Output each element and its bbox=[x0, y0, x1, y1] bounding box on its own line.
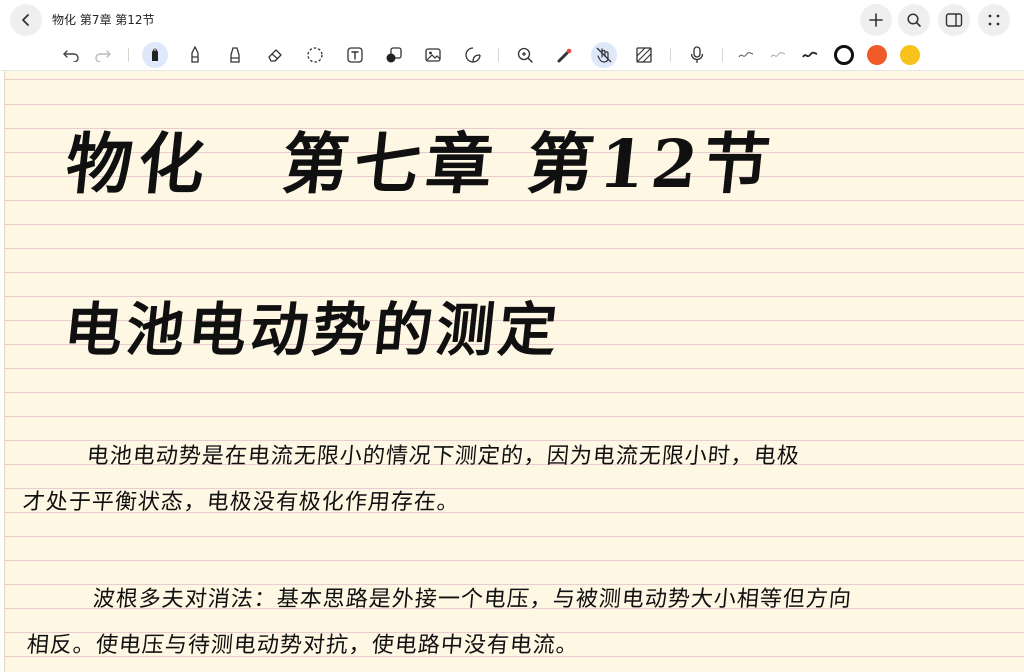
highlighter-icon bbox=[230, 47, 240, 63]
sidebar-toggle-button[interactable] bbox=[938, 4, 970, 36]
more-button[interactable] bbox=[978, 4, 1010, 36]
stroke-medium-icon bbox=[770, 52, 786, 58]
undo-icon bbox=[63, 50, 79, 62]
undo-button[interactable] bbox=[58, 42, 84, 68]
top-bar: 物化 第7章 第12节 bbox=[0, 0, 1024, 40]
handwritten-heading-2: 电池电动势的测定 bbox=[60, 296, 565, 364]
lasso-tool[interactable] bbox=[302, 42, 328, 68]
sticker-tool[interactable] bbox=[460, 42, 486, 68]
stroke-thin[interactable] bbox=[733, 42, 759, 68]
drawing-toolbar bbox=[0, 40, 1024, 71]
plus-icon bbox=[869, 13, 883, 27]
shapes-icon bbox=[386, 47, 402, 63]
stroke-thin-icon bbox=[738, 52, 754, 58]
pencil-tool[interactable] bbox=[182, 42, 208, 68]
handwritten-paragraph-1-line-2: 才处于平衡状态，电极没有极化作用存在。 bbox=[21, 490, 461, 515]
toolbar-divider bbox=[670, 48, 671, 62]
color-black-swatch[interactable] bbox=[834, 45, 854, 65]
eraser-tool[interactable] bbox=[262, 42, 288, 68]
color-yellow-swatch[interactable] bbox=[900, 45, 920, 65]
redo-icon bbox=[95, 50, 111, 62]
highlighter-tool[interactable] bbox=[222, 42, 248, 68]
zoom-icon bbox=[517, 47, 533, 63]
stroke-thick[interactable] bbox=[797, 42, 823, 68]
touch-drawing-toggle[interactable] bbox=[591, 42, 617, 68]
chevron-left-icon bbox=[22, 14, 29, 26]
laser-pointer-icon bbox=[557, 48, 572, 63]
sidebar-icon bbox=[945, 13, 963, 27]
handwritten-heading-1: 物化 第七章 第12节 bbox=[62, 125, 780, 203]
color-red-swatch[interactable] bbox=[867, 45, 887, 65]
pen-icon bbox=[152, 47, 158, 61]
text-tool[interactable] bbox=[342, 42, 368, 68]
stroke-thick-icon bbox=[802, 51, 818, 58]
page-title: 物化 第7章 第12节 bbox=[52, 13, 155, 27]
image-icon bbox=[425, 48, 441, 62]
redo-button[interactable] bbox=[90, 42, 116, 68]
pattern-icon bbox=[636, 47, 652, 63]
lasso-icon bbox=[307, 47, 323, 63]
more-dots-icon bbox=[988, 14, 1000, 26]
pen-tool[interactable] bbox=[142, 42, 168, 68]
note-canvas[interactable]: 物化 第七章 第12节 电池电动势的测定 电池电动势是在电流无限小的情况下测定的… bbox=[4, 71, 1024, 672]
zoom-tool[interactable] bbox=[512, 42, 538, 68]
handwritten-paragraph-1-line-1: 电池电动势是在电流无限小的情况下测定的，因为电流无限小时，电极 bbox=[85, 444, 801, 469]
pattern-tool[interactable] bbox=[631, 42, 657, 68]
toolbar-divider bbox=[498, 48, 499, 62]
handwritten-paragraph-2-line-2: 相反。使电压与待测电动势对抗，使电路中没有电流。 bbox=[25, 633, 580, 658]
shapes-tool[interactable] bbox=[381, 42, 407, 68]
search-icon bbox=[907, 13, 921, 27]
toolbar-divider bbox=[722, 48, 723, 62]
back-button[interactable] bbox=[10, 4, 42, 36]
eraser-icon bbox=[268, 49, 282, 62]
hand-touch-icon bbox=[596, 47, 612, 63]
toolbar-divider bbox=[128, 48, 129, 62]
stroke-medium[interactable] bbox=[765, 42, 791, 68]
microphone-icon bbox=[690, 46, 704, 63]
laser-pointer-tool[interactable] bbox=[552, 42, 578, 68]
image-tool[interactable] bbox=[420, 42, 446, 68]
microphone-button[interactable] bbox=[684, 42, 710, 68]
notes-app: 物化 第7章 第12节 物化 第七章 第12节 电池电动势的测定 电池电动势是在… bbox=[0, 0, 1024, 672]
sticker-icon bbox=[465, 47, 481, 63]
search-button[interactable] bbox=[898, 4, 930, 36]
pencil-icon bbox=[191, 46, 199, 63]
handwritten-paragraph-2-line-1: 波根多夫对消法：基本思路是外接一个电压，与被测电动势大小相等但方向 bbox=[91, 587, 853, 612]
text-icon bbox=[347, 47, 363, 63]
add-button[interactable] bbox=[860, 4, 892, 36]
